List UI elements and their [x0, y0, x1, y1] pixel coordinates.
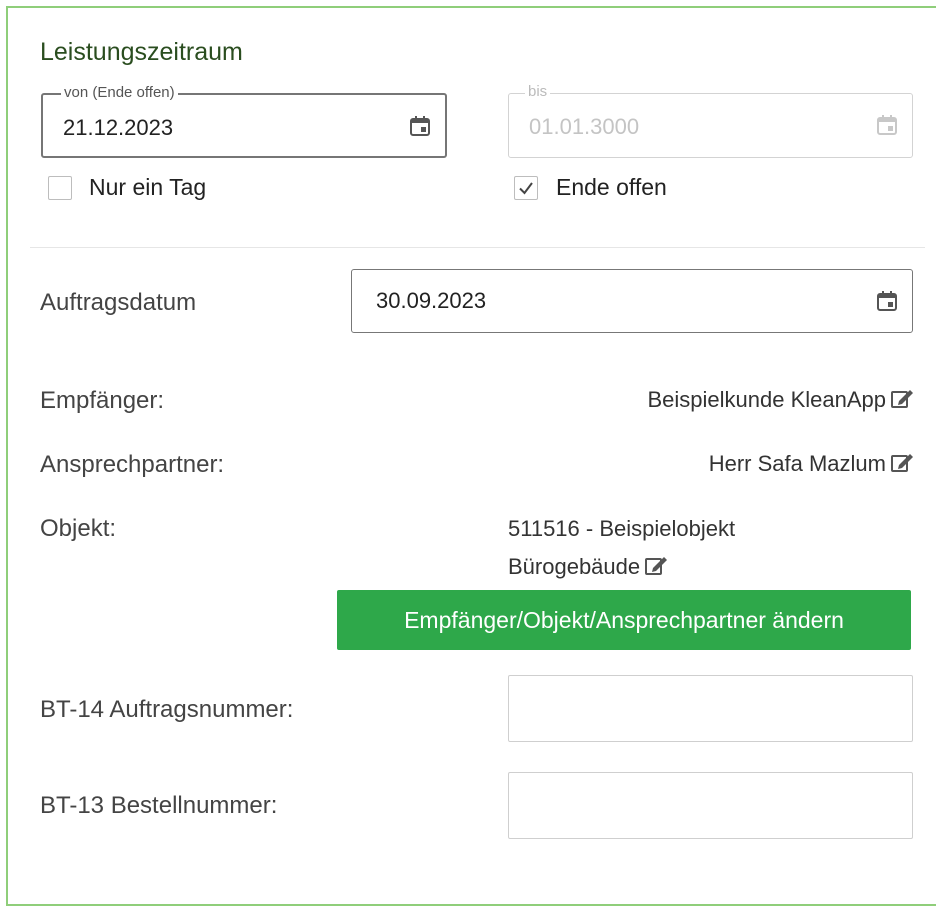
section-title-service-period: Leistungszeitraum	[40, 38, 243, 66]
calendar-icon[interactable]	[409, 115, 431, 137]
contact-value[interactable]: Herr Safa Mazlum	[709, 451, 886, 476]
only-one-day-checkbox[interactable]	[48, 176, 72, 200]
from-date-legend: von (Ende offen)	[61, 84, 178, 102]
from-date-field[interactable]: von (Ende offen) 21.12.2023	[41, 84, 447, 158]
contact-label: Ansprechpartner:	[40, 451, 225, 478]
change-recipient-object-contact-button[interactable]: Empfänger/Objekt/Ansprechpartner ändern	[337, 590, 911, 650]
to-date-field: bis 01.01.3000	[508, 83, 913, 158]
recipient-value[interactable]: Beispielkunde KleanApp	[647, 387, 886, 412]
object-value-line1[interactable]: 511516 - Beispielobjekt	[508, 516, 735, 542]
recipient-value-row[interactable]: Beispielkunde KleanApp	[647, 387, 916, 413]
to-date-legend: bis	[525, 83, 551, 101]
purchase-number-input[interactable]	[508, 772, 913, 839]
only-one-day-label[interactable]: Nur ein Tag	[89, 174, 206, 201]
calendar-icon	[876, 114, 898, 136]
object-value-row[interactable]: Bürogebäude	[508, 554, 670, 580]
calendar-icon[interactable]	[876, 290, 898, 312]
order-date-label: Auftragsdatum	[40, 289, 197, 316]
contact-value-row[interactable]: Herr Safa Mazlum	[709, 451, 916, 477]
edit-icon[interactable]	[890, 451, 916, 473]
checkmark-icon	[519, 182, 533, 195]
open-end-label[interactable]: Ende offen	[556, 174, 667, 201]
order-date-input[interactable]: 30.09.2023	[351, 269, 913, 333]
order-date-value: 30.09.2023	[376, 288, 487, 313]
section-divider	[30, 247, 925, 248]
open-end-checkbox[interactable]	[514, 176, 538, 200]
order-number-input[interactable]	[508, 675, 913, 742]
to-date-value: 01.01.3000	[529, 114, 640, 139]
object-value-line2[interactable]: Bürogebäude	[508, 554, 640, 579]
purchase-number-label: BT-13 Bestellnummer:	[40, 792, 278, 819]
edit-icon[interactable]	[890, 387, 916, 409]
object-label: Objekt:	[40, 515, 117, 542]
from-date-value: 21.12.2023	[63, 115, 174, 140]
edit-icon[interactable]	[644, 554, 670, 576]
recipient-label: Empfänger:	[40, 387, 165, 414]
order-number-label: BT-14 Auftragsnummer:	[40, 696, 294, 723]
